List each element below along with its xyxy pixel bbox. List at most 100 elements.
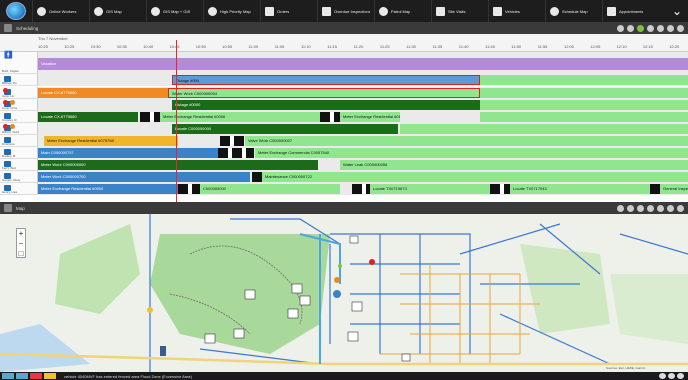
draw-icon[interactable] [637,204,644,212]
schedule-bar[interactable]: Meter Exchange Residential #0100 [340,112,400,122]
row-name: Cora, Chris [2,106,18,110]
print-icon[interactable] [657,204,664,212]
locate-icon[interactable] [617,204,624,212]
schedule-bar[interactable]: Valve Work C000000007 [245,136,400,146]
row-label[interactable]: Henry, Lisa [0,183,38,195]
row-label[interactable]: Dinsmore [0,135,38,147]
alert-marker-icon [334,277,340,283]
refresh-icon[interactable] [617,24,624,32]
row-label[interactable]: Cora, Chris [0,99,38,111]
house-marker-icon [347,331,359,342]
row-label[interactable]: Crowley, D [0,111,38,123]
timeline-tick: 11:55 [537,44,548,49]
row-label[interactable]: 🚹 Burk, Kaylen [0,52,38,74]
row-name: Dinsmore [2,142,15,146]
schedule-bar[interactable]: Meter Work C000000000 [38,160,318,170]
alert-marker-icon [147,307,153,313]
next-icon[interactable] [677,373,684,379]
nav-item[interactable]: Appointments [602,0,659,22]
schedule-bar[interactable]: C000000000 [200,184,340,194]
schedule-bar[interactable]: General Inspection [660,184,688,194]
house-marker-icon [291,283,303,294]
nav-item[interactable]: GIS Map [89,0,146,22]
nav-item[interactable]: Site Visits [431,0,488,22]
layers-icon[interactable] [627,204,634,212]
zoom-out-icon[interactable] [647,24,654,32]
alert-message[interactable]: vehicle 4040MVF has entered fenced area … [64,374,192,379]
schedule-bar[interactable]: Meter Exchange Residential #075758 [44,136,178,146]
schedule-bar[interactable]: Locate C000000000 [172,124,398,134]
schedule-bar[interactable]: Water Leak C000000056 [340,160,400,170]
schedule-bar[interactable]: Locate TX0717043 [510,184,660,194]
prev-icon[interactable] [659,373,666,379]
timeline-tick: 10:45 [169,44,180,49]
status-swatch[interactable] [2,373,14,379]
row-name: Billings, Pe [2,81,17,85]
info-icon[interactable] [668,373,675,379]
nav-item[interactable]: Overdue Inspections [317,0,374,22]
zoom-out-button[interactable]: − [17,239,25,249]
schedule-bar[interactable]: Main C000000757 [38,148,218,158]
timeline-tick: 12:15 [642,44,653,49]
nav-item[interactable]: Online Workers [32,0,89,22]
schedule-bar[interactable]: Maintenance C000000722 [262,172,400,182]
nav-item-label: Online Workers [49,8,77,14]
schedule-row: Cora, Chris Outage #0000 [0,99,688,111]
expand-icon[interactable] [677,24,684,32]
timeline-header: Thu 7 November 10:20 10:25 10:30 10:35 10:40… [0,34,688,52]
nav-item[interactable]: Vehicles [488,0,545,22]
map-icon [550,6,559,16]
availability-band [400,172,688,182]
row-label[interactable]: Ferry, Bud [0,159,38,171]
app-logo[interactable] [6,2,26,20]
nav-item[interactable]: Schedule Map [545,0,602,22]
schedule-bar[interactable]: Locate CX-6775660 [38,88,168,98]
timeline-tick: 12:10 [616,44,627,49]
row-name: Dooley, M [2,154,16,158]
status-swatch[interactable] [44,373,56,379]
schedule-bar[interactable]: Meter Exchange Residential #0006 [160,112,330,122]
travel-marker [650,184,660,194]
travel-marker [490,184,510,194]
row-label[interactable]: Gomes, Rudy [0,171,38,183]
grid-icon [493,6,502,16]
schedule-bar[interactable]: Outage #000 [172,75,480,85]
schedule-bar[interactable]: Meter Exchange Residential #0000 [38,184,188,194]
nav-item-label: Site Visits [448,8,466,14]
schedule-bar[interactable]: Outage #0000 [172,100,480,110]
map-header: Map [0,202,688,214]
row-label[interactable]: Dillard, Todd [0,123,38,135]
alert-marker-icon [338,264,342,268]
bottom-status-bar: vehicle 4040MVF has entered fenced area … [0,372,688,380]
measure-icon[interactable] [647,204,654,212]
search-icon[interactable] [667,204,674,212]
settings-icon[interactable] [627,24,634,32]
schedule-bar[interactable]: Locate TX0719873 [370,184,490,194]
schedule-bar[interactable]: Meter Work C000000700 [38,172,250,182]
row-label[interactable]: Billings, Pe [0,74,38,86]
schedule-bar[interactable]: Meter Exchange Commercial C0057540 [255,148,400,158]
home-button[interactable]: □ [17,249,25,259]
chevron-down-icon[interactable]: ⌄ [666,0,688,22]
zoom-in-button[interactable]: + [17,229,25,239]
row-label[interactable]: Cora, LA [0,87,38,99]
schedule-bar[interactable]: Locate CX-6775660 [38,112,138,122]
filter-icon[interactable] [667,24,674,32]
status-swatch[interactable] [16,373,28,379]
schedule-bar[interactable]: Water Work C000000054 [168,88,480,98]
nav-item[interactable]: Orders [260,0,317,22]
timeline-tick: 10:35 [116,44,127,49]
zoom-in-icon[interactable] [657,24,664,32]
row-name: Cora, LA [2,94,14,98]
nav-item[interactable]: High Priority Map [203,0,260,22]
live-icon[interactable] [637,24,644,32]
nav-item[interactable]: GIS Map + GIS [146,0,203,22]
row-label[interactable]: Dooley, M [0,147,38,159]
fullscreen-icon[interactable] [677,204,684,212]
status-swatch[interactable] [30,373,42,379]
nav-item[interactable]: Patrol Map [374,0,431,22]
row-name: Dillard, Todd [2,130,19,134]
availability-band [400,148,688,158]
vacation-bar[interactable]: Vacation [38,58,688,70]
map-canvas[interactable] [0,214,688,372]
